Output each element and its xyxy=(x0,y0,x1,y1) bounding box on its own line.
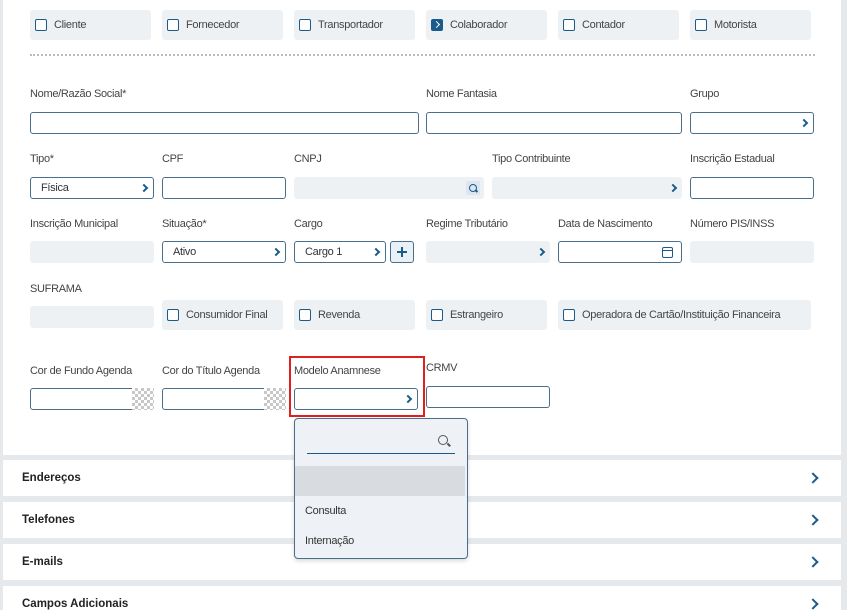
grupo-select[interactable] xyxy=(690,112,814,134)
chevron-right-icon xyxy=(139,183,149,193)
chevron-right-icon xyxy=(536,247,546,257)
suframa-label: SUFRAMA xyxy=(30,283,82,295)
focus-highlight xyxy=(289,356,425,417)
tipo-contribuinte-label: Tipo Contribuinte xyxy=(492,153,571,165)
cnpj-input xyxy=(294,177,484,199)
cargo-label: Cargo xyxy=(294,218,323,230)
cor-titulo-agenda-label: Cor do Título Agenda xyxy=(162,365,260,377)
role-motorista[interactable]: Motorista xyxy=(690,10,811,40)
color-swatch[interactable] xyxy=(264,388,286,410)
checkbox-icon[interactable] xyxy=(563,19,575,31)
consumidor-final-checkbox[interactable]: Consumidor Final xyxy=(162,300,283,330)
chevron-right-icon xyxy=(807,472,819,484)
role-label: Motorista xyxy=(714,19,757,31)
flag-label: Consumidor Final xyxy=(186,309,268,321)
flag-label: Revenda xyxy=(318,309,360,321)
checkbox-icon[interactable] xyxy=(431,309,443,321)
chevron-right-icon xyxy=(807,514,819,526)
inscricao-municipal-input xyxy=(30,241,154,263)
search-icon xyxy=(438,435,448,445)
flag-label: Operadora de Cartão/Instituição Financei… xyxy=(582,309,781,321)
role-colaborador[interactable]: Colaborador xyxy=(426,10,547,40)
role-cliente[interactable]: Cliente xyxy=(30,10,151,40)
situacao-label: Situação* xyxy=(162,218,207,230)
dropdown-option[interactable]: Consulta xyxy=(295,496,465,526)
section-title: Telefones xyxy=(22,514,75,526)
checkbox-icon[interactable] xyxy=(299,19,311,31)
section-title: Endereços xyxy=(22,472,81,484)
section-title: E-mails xyxy=(22,556,63,568)
tipo-select[interactable]: Física xyxy=(30,177,154,199)
checkbox-icon[interactable] xyxy=(695,19,707,31)
inscricao-municipal-label: Inscrição Municipal xyxy=(30,218,118,230)
chevron-right-icon xyxy=(799,118,809,128)
flag-label: Estrangeiro xyxy=(450,309,503,321)
nome-fantasia-label: Nome Fantasia xyxy=(426,88,497,100)
cargo-select[interactable]: Cargo 1 xyxy=(294,241,386,263)
tipo-value: Física xyxy=(41,182,69,194)
suframa-input xyxy=(30,306,154,328)
cor-fundo-agenda-label: Cor de Fundo Agenda xyxy=(30,365,132,377)
role-fornecedor[interactable]: Fornecedor xyxy=(162,10,283,40)
chevron-right-icon xyxy=(371,247,381,257)
color-swatch[interactable] xyxy=(132,388,154,410)
section-title: Campos Adicionais xyxy=(22,598,129,610)
chevron-right-icon xyxy=(271,247,281,257)
checkbox-icon[interactable] xyxy=(167,19,179,31)
checkbox-icon[interactable] xyxy=(563,309,575,321)
nome-razao-input[interactable] xyxy=(30,112,419,134)
role-label: Fornecedor xyxy=(186,19,240,31)
dropdown-option[interactable] xyxy=(295,466,465,496)
role-label: Cliente xyxy=(54,19,87,31)
dropdown-search-input[interactable] xyxy=(307,453,455,454)
situacao-value: Ativo xyxy=(173,246,196,258)
inscricao-estadual-input[interactable] xyxy=(690,177,814,199)
role-contador[interactable]: Contador xyxy=(558,10,679,40)
crmv-label: CRMV xyxy=(426,362,458,374)
regime-tributario-label: Regime Tributário xyxy=(426,218,508,230)
checkbox-icon[interactable] xyxy=(167,309,179,321)
checkbox-checked-icon[interactable] xyxy=(431,19,443,31)
checkbox-icon[interactable] xyxy=(299,309,311,321)
cnpj-label: CNPJ xyxy=(294,153,322,165)
crmv-input[interactable] xyxy=(426,386,550,408)
data-nascimento-input[interactable] xyxy=(558,241,682,263)
role-label: Colaborador xyxy=(450,19,508,31)
nome-fantasia-input[interactable] xyxy=(426,112,682,134)
section-campos-adicionais[interactable]: Campos Adicionais xyxy=(3,586,841,610)
role-label: Transportador xyxy=(318,19,383,31)
tipo-label: Tipo* xyxy=(30,153,54,165)
calendar-icon[interactable] xyxy=(662,247,673,258)
modelo-anamnese-dropdown: Consulta Internação xyxy=(294,418,468,559)
tipo-contribuinte-select xyxy=(492,177,682,199)
cpf-label: CPF xyxy=(162,153,184,165)
chevron-right-icon xyxy=(668,183,678,193)
inscricao-estadual-label: Inscrição Estadual xyxy=(690,153,775,165)
chevron-right-icon xyxy=(807,556,819,568)
dropdown-option[interactable]: Internação xyxy=(295,526,465,556)
cpf-input[interactable] xyxy=(162,177,286,199)
search-icon[interactable] xyxy=(466,181,480,195)
chevron-right-icon xyxy=(807,598,819,610)
data-nascimento-label: Data de Nascimento xyxy=(558,218,653,230)
nome-razao-label: Nome/Razão Social* xyxy=(30,88,127,100)
pis-inss-label: Número PIS/INSS xyxy=(690,218,775,230)
regime-tributario-select xyxy=(426,241,550,263)
checkbox-icon[interactable] xyxy=(35,19,47,31)
divider xyxy=(30,54,815,56)
operadora-cartao-checkbox[interactable]: Operadora de Cartão/Instituição Financei… xyxy=(558,300,811,330)
pis-inss-input xyxy=(690,241,814,263)
add-cargo-button[interactable] xyxy=(390,241,414,263)
cargo-value: Cargo 1 xyxy=(305,246,343,258)
role-label: Contador xyxy=(582,19,625,31)
situacao-select[interactable]: Ativo xyxy=(162,241,286,263)
revenda-checkbox[interactable]: Revenda xyxy=(294,300,415,330)
grupo-label: Grupo xyxy=(690,88,720,100)
role-transportador[interactable]: Transportador xyxy=(294,10,415,40)
estrangeiro-checkbox[interactable]: Estrangeiro xyxy=(426,300,547,330)
